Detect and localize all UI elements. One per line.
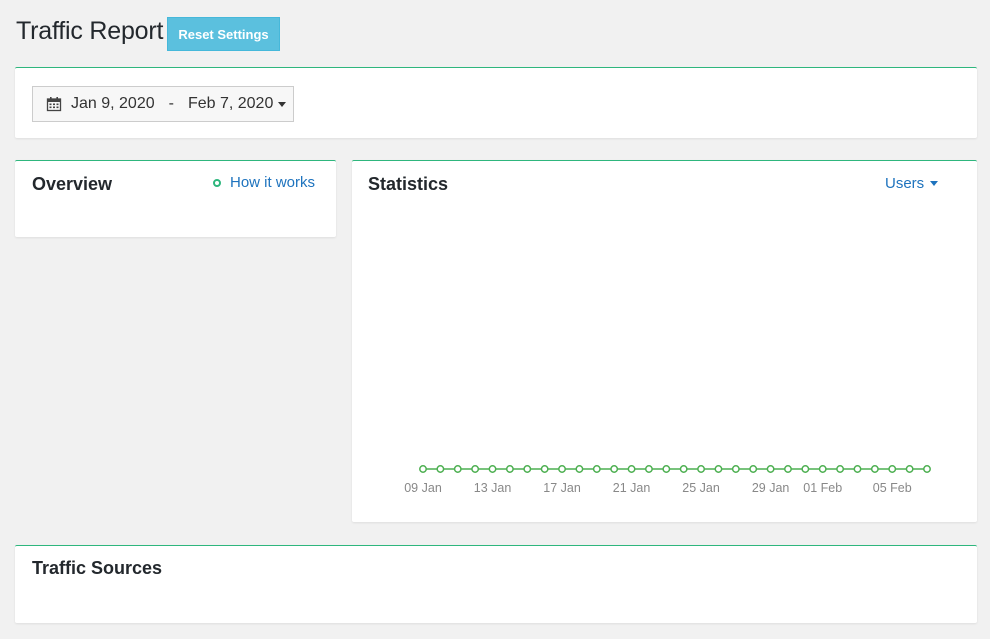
data-point-14-jan[interactable] [505,465,514,473]
circle-icon [213,178,221,187]
data-point-05-feb[interactable] [888,465,897,473]
data-point-24-jan[interactable] [679,465,688,473]
data-point-19-jan[interactable] [592,465,601,473]
overview-title: Overview [32,174,113,194]
reset-settings-button[interactable]: Reset Settings [167,17,280,51]
x-tick-label: 09 Jan [404,481,442,495]
data-point-28-jan[interactable] [749,465,758,473]
date-range-card: Jan 9, 2020 - Feb 7, 2020 [15,67,977,138]
data-point-02-feb[interactable] [836,465,845,473]
data-point-13-jan[interactable] [488,465,497,473]
data-point-15-jan[interactable] [523,465,532,473]
date-start: Jan 9, 2020 [71,95,155,112]
data-point-29-jan[interactable] [766,465,775,473]
statistics-card: Statistics Users 09 Jan 13 Jan 17 Jan 21 Ja… [352,160,977,522]
data-point-20-jan[interactable] [610,465,619,473]
traffic-sources-card: Traffic Sources [15,545,977,623]
page-title: Traffic Report [16,17,164,45]
data-point-30-jan[interactable] [784,465,792,473]
data-point-07-feb[interactable] [923,465,931,473]
chevron-down-icon [278,101,287,107]
data-point-26-jan[interactable] [714,465,723,473]
data-point-03-feb[interactable] [853,465,862,473]
data-point-31-jan[interactable] [801,465,810,473]
how-it-works-label: How it works [230,174,316,191]
data-point-25-jan[interactable] [697,465,706,473]
data-point-27-jan[interactable] [731,465,740,473]
data-point-17-jan[interactable] [558,465,566,473]
calendar-icon [46,97,62,112]
traffic-sources-title: Traffic Sources [32,558,163,578]
data-point-09-jan[interactable] [419,465,427,473]
x-tick-label: 05 Feb [873,481,912,495]
data-point-11-jan[interactable] [453,465,462,473]
data-point-12-jan[interactable] [471,465,480,473]
date-range-picker[interactable]: Jan 9, 2020 - Feb 7, 2020 [32,86,294,122]
data-point-06-feb[interactable] [905,465,914,473]
x-tick-label: 17 Jan [543,481,581,495]
x-tick-label: 21 Jan [613,481,651,495]
data-point-16-jan[interactable] [540,465,549,473]
data-point-18-jan[interactable] [575,465,584,473]
x-tick-label: 25 Jan [682,481,720,495]
statistics-chart: 09 Jan 13 Jan 17 Jan 21 Jan 25 Jan 29 Jan 01 F… [404,465,931,495]
data-point-04-feb[interactable] [870,465,879,473]
x-tick-label: 29 Jan [752,481,790,495]
data-point-10-jan[interactable] [436,465,445,473]
data-point-21-jan[interactable] [627,465,636,473]
data-point-22-jan[interactable] [644,465,653,473]
overview-card: Overview How it works [15,160,336,237]
date-end: Feb 7, 2020 [187,95,274,112]
data-point-01-feb[interactable] [818,465,827,473]
x-tick-label: 01 Feb [803,481,842,495]
how-it-works-link[interactable]: How it works [213,174,315,191]
date-separator: - [168,95,174,112]
x-tick-label: 13 Jan [474,481,512,495]
data-point-23-jan[interactable] [662,465,671,473]
